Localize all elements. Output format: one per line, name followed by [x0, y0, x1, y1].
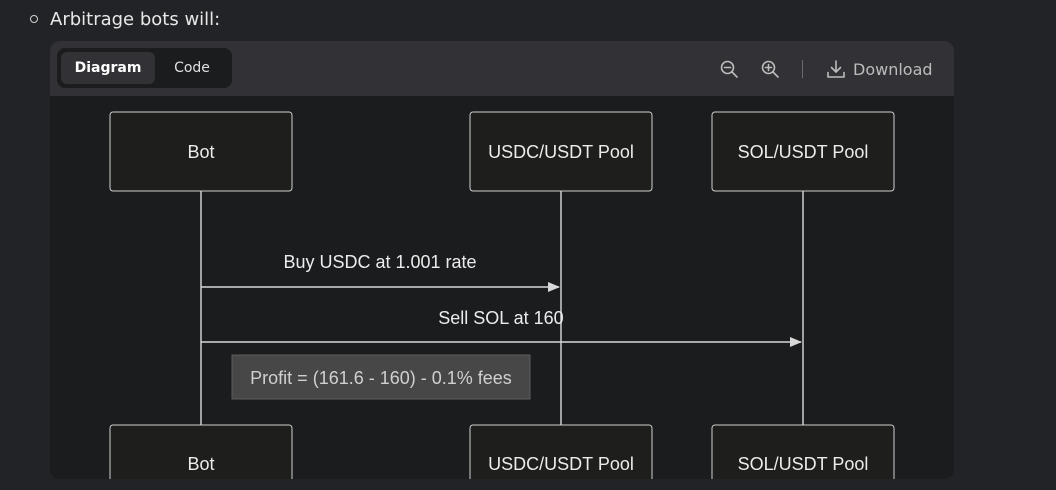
profit-note: Profit = (161.6 - 160) - 0.1% fees	[231, 354, 531, 400]
actor-sol-usdt-pool-top-label: SOL/USDT Pool	[738, 142, 869, 162]
download-label: Download	[853, 59, 933, 79]
zoom-out-icon[interactable]	[718, 58, 740, 80]
actor-usdc-usdt-pool-top-label: USDC/USDT Pool	[488, 142, 634, 162]
bullet-marker	[30, 15, 38, 23]
actor-sol-usdt-pool-top: SOL/USDT Pool	[711, 111, 895, 192]
tab-code[interactable]: Code	[157, 52, 227, 84]
download-icon	[827, 60, 845, 78]
message-2-label: Sell SOL at 160	[438, 308, 563, 328]
actor-sol-usdt-pool-bottom: SOL/USDT Pool	[711, 424, 895, 479]
actor-usdc-usdt-pool-bottom-label: USDC/USDT Pool	[488, 454, 634, 474]
profit-note-text: Profit = (161.6 - 160) - 0.1% fees	[250, 368, 512, 388]
actor-bot-bottom: Bot	[109, 424, 293, 479]
actor-sol-usdt-pool-bottom-label: SOL/USDT Pool	[738, 454, 869, 474]
tab-diagram[interactable]: Diagram	[61, 52, 155, 84]
bullet-text: Arbitrage bots will:	[50, 8, 221, 30]
actor-bot-top-label: Bot	[187, 142, 214, 162]
actor-usdc-usdt-pool-top: USDC/USDT Pool	[469, 111, 653, 192]
view-toggle: Diagram Code	[57, 48, 232, 88]
bullet-item: Arbitrage bots will:	[30, 4, 220, 34]
toolbar-divider	[802, 60, 803, 78]
sequence-diagram: Bot USDC/USDT Pool SOL/USDT Pool Buy USD…	[109, 111, 895, 479]
zoom-in-icon[interactable]	[759, 58, 781, 80]
download-button[interactable]: Download	[825, 55, 933, 83]
diagram-toolbar: Diagram Code Download	[50, 41, 954, 96]
actor-bot-bottom-label: Bot	[187, 454, 214, 474]
actor-bot-top: Bot	[109, 111, 293, 192]
message-1-label: Buy USDC at 1.001 rate	[283, 252, 476, 272]
actor-usdc-usdt-pool-bottom: USDC/USDT Pool	[469, 424, 653, 479]
diagram-panel: Diagram Code Download Bot USDC/USDT Pool…	[50, 41, 954, 479]
